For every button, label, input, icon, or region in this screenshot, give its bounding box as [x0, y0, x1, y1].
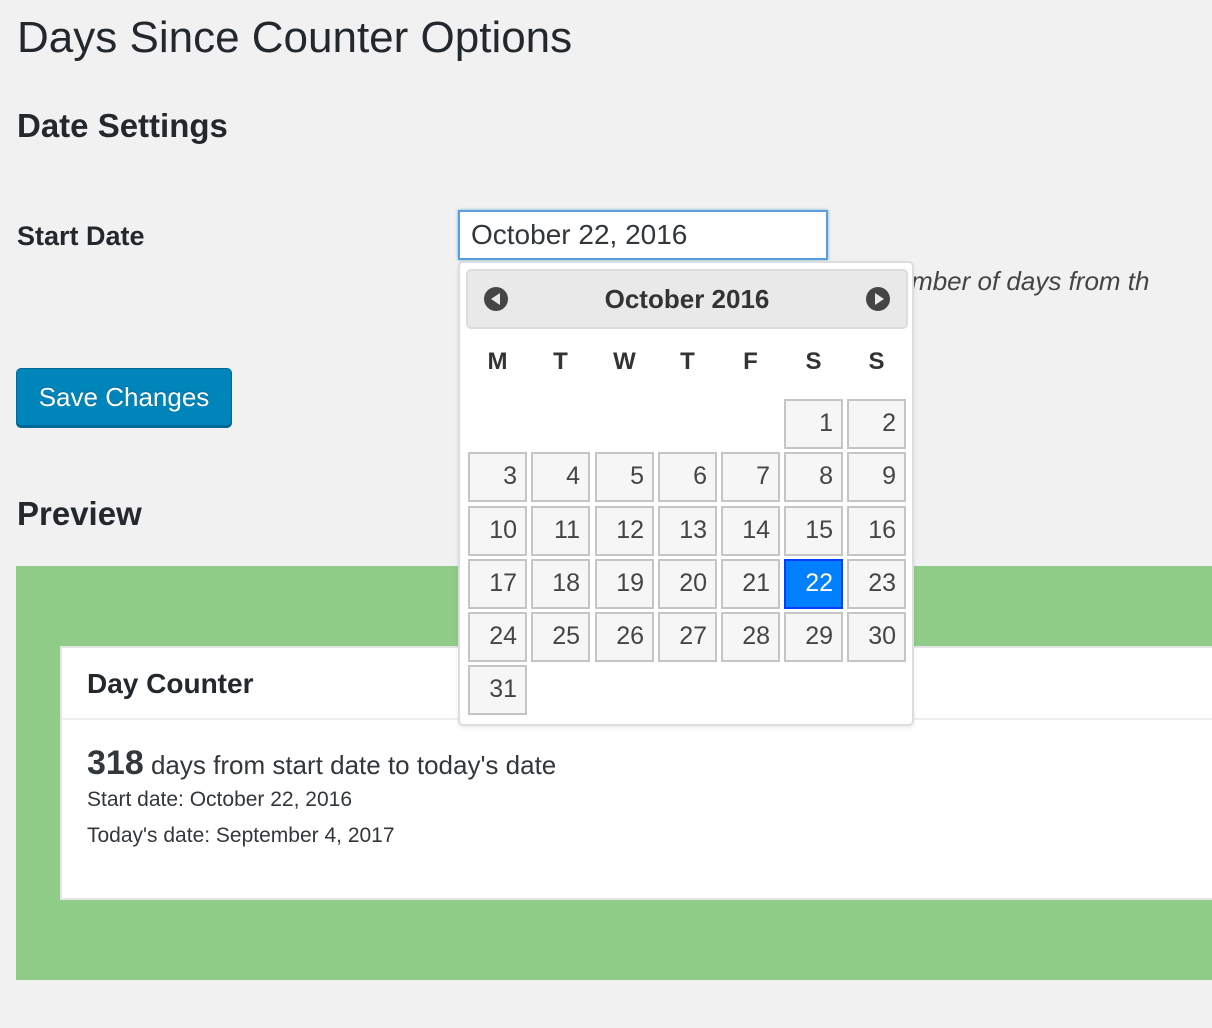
- day-cell[interactable]: 30: [847, 612, 906, 662]
- day-cell[interactable]: 26: [595, 612, 654, 662]
- day-cell[interactable]: 19: [595, 559, 654, 609]
- day-cell[interactable]: 15: [784, 506, 843, 556]
- day-cell[interactable]: 23: [847, 559, 906, 609]
- day-cell[interactable]: 7: [721, 452, 780, 502]
- day-cell[interactable]: 1: [784, 399, 843, 449]
- start-date-label: Start Date: [17, 221, 145, 251]
- day-cell[interactable]: 9: [847, 452, 906, 502]
- day-cell[interactable]: 16: [847, 506, 906, 556]
- weekday-header: S: [805, 348, 822, 375]
- options-page: Days Since Counter Options Date Settings…: [0, 0, 1212, 1028]
- date-settings-heading: Date Settings: [17, 107, 228, 144]
- weekday-header: F: [743, 348, 758, 375]
- day-cell[interactable]: 6: [658, 452, 717, 502]
- day-cell[interactable]: 11: [531, 506, 590, 556]
- day-cell[interactable]: 29: [784, 612, 843, 662]
- days-count-text: days from start date to today's date: [150, 750, 557, 780]
- next-month-icon[interactable]: [866, 287, 890, 311]
- weekday-header: S: [868, 348, 885, 375]
- day-cell[interactable]: 20: [658, 559, 717, 609]
- today-date-line: Today's date: September 4, 2017: [87, 824, 395, 847]
- day-cell[interactable]: 18: [531, 559, 590, 609]
- day-cell[interactable]: 27: [658, 612, 717, 662]
- day-cell[interactable]: 17: [468, 559, 527, 609]
- day-cell[interactable]: 4: [531, 452, 590, 502]
- save-changes-button[interactable]: Save Changes: [16, 368, 232, 426]
- datepicker-header: October 2016: [466, 269, 908, 329]
- weekday-header: T: [553, 348, 568, 375]
- day-cell[interactable]: 10: [468, 506, 527, 556]
- day-cell-selected[interactable]: 22: [784, 559, 843, 609]
- datepicker-popup: October 2016 MTWTFSS 1 2 3 4 5 6 7 8 9 10 11 12 13 14…: [458, 261, 914, 726]
- day-cell[interactable]: 14: [721, 506, 780, 556]
- day-cell[interactable]: 13: [658, 506, 717, 556]
- datepicker-month-title: October 2016: [604, 284, 770, 314]
- page-title: Days Since Counter Options: [17, 13, 573, 62]
- day-cell[interactable]: 25: [531, 612, 590, 662]
- counter-line: 318 days from start date to today's date: [87, 744, 556, 783]
- day-cell[interactable]: 5: [595, 452, 654, 502]
- weekday-header: T: [680, 348, 695, 375]
- day-cell[interactable]: 12: [595, 506, 654, 556]
- days-count: 318: [87, 744, 144, 782]
- start-date-line: Start date: October 22, 2016: [87, 788, 353, 811]
- day-cell[interactable]: 21: [721, 559, 780, 609]
- day-cell[interactable]: 24: [468, 612, 527, 662]
- day-cell[interactable]: 28: [721, 612, 780, 662]
- weekday-header: M: [487, 348, 508, 375]
- day-cell[interactable]: 8: [784, 452, 843, 502]
- day-cell[interactable]: 2: [847, 399, 906, 449]
- day-cell[interactable]: 31: [468, 665, 527, 715]
- day-cell[interactable]: 3: [468, 452, 527, 502]
- weekday-header: W: [613, 348, 636, 375]
- start-date-input[interactable]: [458, 210, 828, 260]
- preview-heading: Preview: [17, 495, 142, 532]
